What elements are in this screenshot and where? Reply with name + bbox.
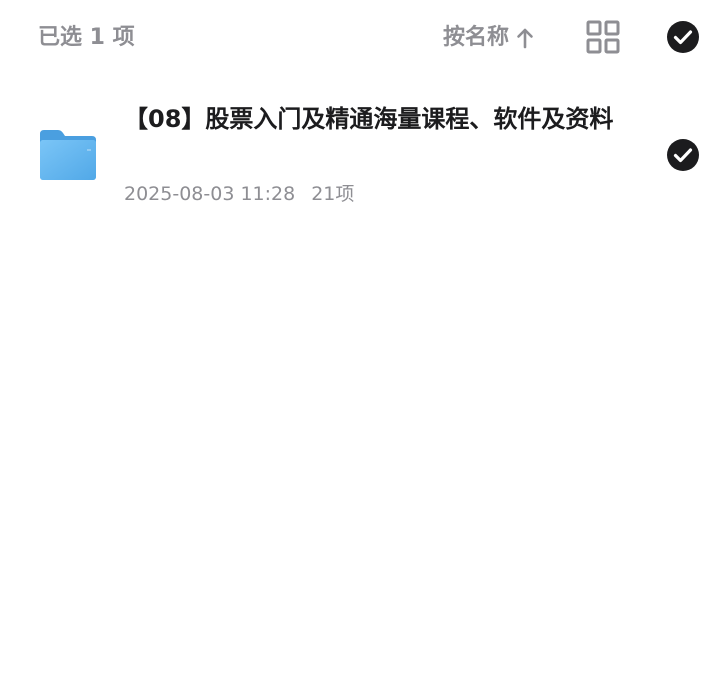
selection-header: 已选 1 项 按名称	[0, 0, 714, 78]
file-item-count: 21项	[311, 183, 355, 205]
file-name: 【08】股票入门及精通海量课程、软件及资料	[124, 105, 614, 133]
sort-by-name-button[interactable]: 按名称	[443, 22, 535, 54]
file-list-item[interactable]: 【08】股票入门及精通海量课程、软件及资料 2025-08-03 11:28 21…	[0, 92, 714, 222]
select-all-check-icon[interactable]	[666, 20, 700, 54]
folder-icon	[40, 130, 96, 180]
sort-label: 按名称	[443, 25, 510, 50]
file-date: 2025-08-03 11:28	[124, 183, 296, 205]
selected-count-label: 已选 1 项	[38, 25, 135, 50]
grid-view-icon[interactable]	[586, 20, 620, 54]
file-meta: 2025-08-03 11:28 21项	[124, 180, 354, 208]
check-circle-icon[interactable]	[666, 138, 700, 172]
arrow-up-icon	[517, 28, 533, 49]
